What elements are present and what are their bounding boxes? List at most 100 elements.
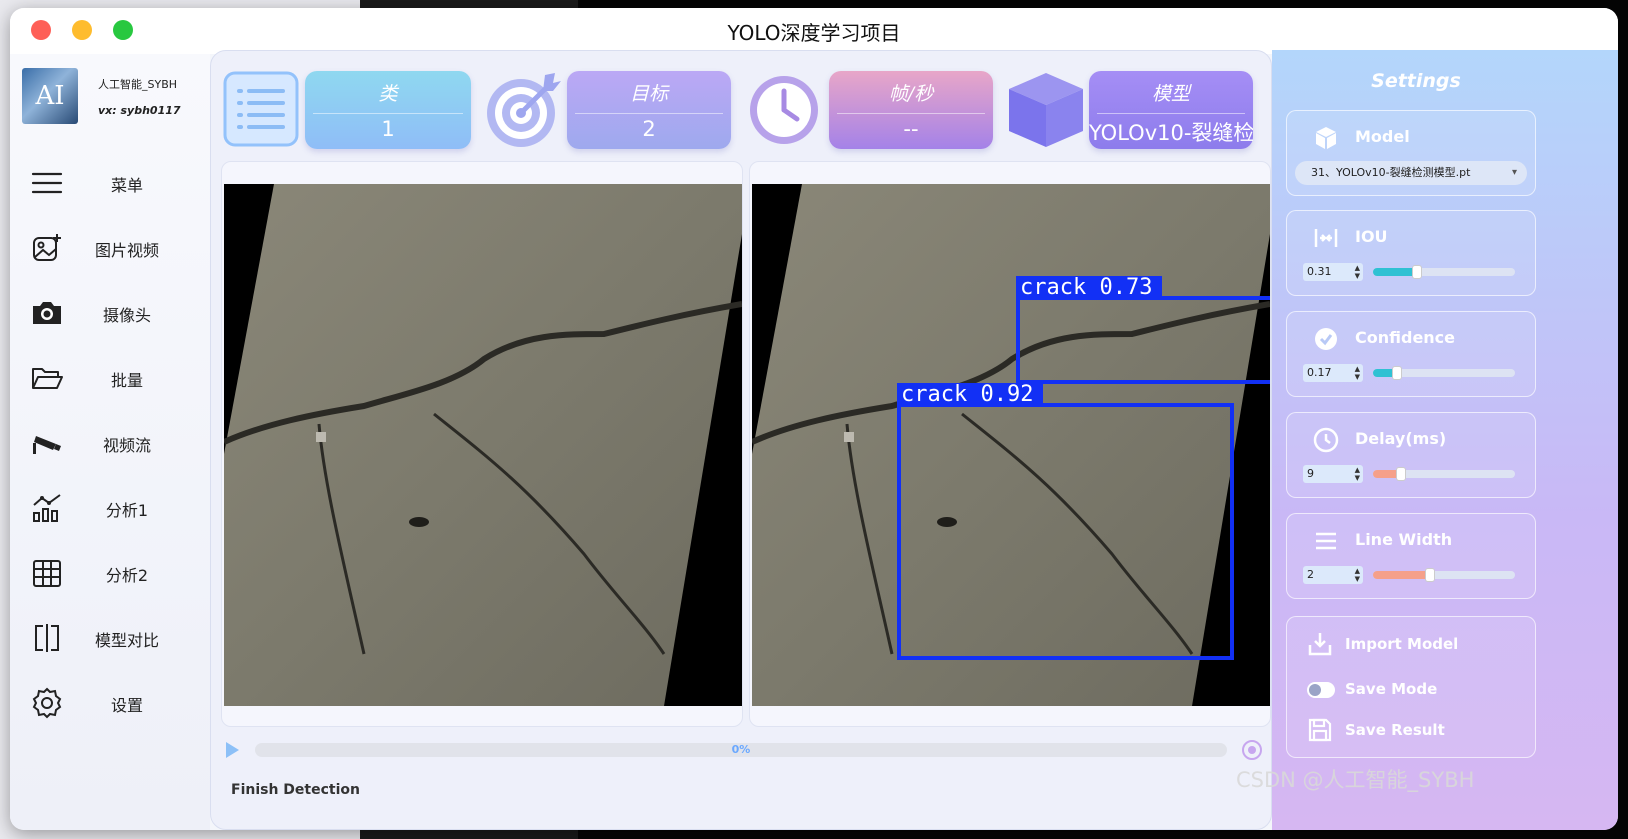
stat-divider [313, 113, 463, 114]
crack-image-original [224, 184, 742, 706]
save-result-button[interactable]: Save Result [1307, 715, 1527, 745]
spin-arrows-icon[interactable]: ▲ ▼ [1355, 365, 1360, 381]
iou-setting-card: IOU 0.31 ▲ ▼ [1286, 210, 1536, 296]
original-image [224, 184, 742, 706]
sidebar-item-batch[interactable]: 批量 [10, 353, 210, 403]
clock-icon [750, 76, 818, 144]
setting-label: IOU [1355, 227, 1388, 246]
stat-label: 类 [378, 83, 398, 105]
detection-label: crack 0.92 [901, 382, 1033, 407]
app-window: YOLO深度学习项目 AI 人工智能_SYBH vx: sybh0117 菜单 … [10, 8, 1618, 830]
compare-icon [35, 624, 59, 652]
save-mode-label: Save Mode [1345, 680, 1438, 698]
sidebar-item-model-compare[interactable]: 模型对比 [10, 613, 210, 663]
image-icon [33, 234, 61, 261]
save-result-label: Save Result [1345, 721, 1445, 739]
iou-spinbox[interactable]: 0.31 ▲ ▼ [1303, 263, 1363, 281]
progress-row: 0% [223, 739, 1263, 761]
stop-icon[interactable] [1241, 739, 1263, 761]
profile-block: AI 人工智能_SYBH vx: sybh0117 [20, 66, 205, 126]
line-width-spinbox[interactable]: 2 ▲ ▼ [1303, 566, 1363, 584]
avatar: AI [22, 68, 78, 124]
progress-text: 0% [731, 743, 751, 756]
settings-title: Settings [1371, 70, 1461, 92]
iou-slider[interactable] [1373, 265, 1515, 279]
setting-label: Confidence [1355, 328, 1456, 347]
stat-value: 1 [381, 117, 395, 141]
sidebar-item-image-video[interactable]: 图片视频 [10, 223, 210, 273]
play-icon[interactable] [223, 741, 241, 759]
stat-card-fps: 帧/秒 -- [829, 71, 993, 149]
cube-icon [1009, 73, 1083, 147]
folder-open-icon [32, 368, 63, 389]
delay-value: 9 [1307, 467, 1314, 480]
setting-label: Model [1355, 127, 1410, 146]
stat-divider [1097, 113, 1245, 114]
chart-icon [33, 494, 61, 522]
status-text: Finish Detection [231, 782, 360, 798]
check-circle-icon [1315, 328, 1337, 350]
target-icon [487, 73, 561, 147]
cube-icon [1316, 127, 1336, 149]
spin-arrows-icon[interactable]: ▲ ▼ [1355, 567, 1360, 583]
slider-fill [1373, 571, 1430, 579]
import-model-button[interactable]: Import Model [1307, 629, 1527, 659]
merge-icon [1314, 229, 1338, 247]
sidebar-item-menu[interactable]: 菜单 [10, 158, 210, 208]
detection-label: crack 0.73 [1020, 275, 1152, 300]
import-icon [1308, 633, 1332, 656]
model-setting-card: Model 31、YOLOv10-裂缝检测模型.pt ▾ [1286, 110, 1536, 196]
progress-bar: 0% [255, 743, 1227, 757]
watermark: CSDN @人工智能_SYBH [1236, 768, 1475, 792]
save-mode-toggle[interactable]: Save Mode [1307, 674, 1527, 704]
toggle-switch[interactable] [1307, 682, 1335, 698]
crack-image-result: crack 0.73 crack 0.92 [752, 184, 1270, 706]
chevron-down-icon: ▾ [1511, 167, 1517, 178]
confidence-slider[interactable] [1373, 366, 1515, 380]
model-select[interactable]: 31、YOLOv10-裂缝检测模型.pt ▾ [1295, 161, 1527, 185]
stat-card-model: 模型 YOLOv10-裂缝检测 [1089, 71, 1253, 149]
sidebar-item-video-stream[interactable]: 视频流 [10, 418, 210, 468]
slider-handle[interactable] [1396, 467, 1407, 481]
result-image-pane: crack 0.73 crack 0.92 [749, 161, 1271, 727]
profile-name: 人工智能_SYBH [98, 78, 178, 91]
lines-icon [1316, 532, 1336, 550]
sidebar-item-camera[interactable]: 摄像头 [10, 288, 210, 338]
settings-panel: Settings Model 31、YOLOv10-裂缝检测模型.pt ▾ IO… [1272, 50, 1618, 830]
stat-label: 模型 [1151, 83, 1190, 105]
result-image: crack 0.73 crack 0.92 [752, 184, 1270, 706]
delay-slider[interactable] [1373, 467, 1515, 481]
sidebar-item-analysis-1[interactable]: 分析1 [10, 483, 210, 533]
line-width-slider[interactable] [1373, 568, 1515, 582]
save-icon [1308, 718, 1332, 742]
spin-arrows-icon[interactable]: ▲ ▼ [1355, 466, 1360, 482]
profile-wechat: vx: sybh0117 [98, 104, 181, 117]
sidebar: AI 人工智能_SYBH vx: sybh0117 菜单 图片视频 摄像头 批量… [10, 54, 210, 830]
sidebar-item-label: 模型对比 [94, 631, 159, 650]
sidebar-item-label: 摄像头 [102, 306, 151, 325]
sidebar-item-label: 分析1 [105, 501, 149, 520]
sidebar-item-label: 批量 [110, 371, 143, 390]
stat-label: 帧/秒 [888, 83, 934, 105]
cctv-icon [33, 436, 61, 454]
sidebar-item-analysis-2[interactable]: 分析2 [10, 548, 210, 598]
camera-icon [33, 302, 61, 324]
confidence-spinbox[interactable]: 0.17 ▲ ▼ [1303, 364, 1363, 382]
sidebar-item-label: 分析2 [105, 566, 149, 585]
stat-divider [575, 113, 723, 114]
confidence-setting-card: Confidence 0.17 ▲ ▼ [1286, 311, 1536, 397]
sidebar-item-settings[interactable]: 设置 [10, 678, 210, 728]
confidence-value: 0.17 [1307, 366, 1332, 379]
stat-divider [837, 113, 985, 114]
window-title: YOLO深度学习项目 [727, 21, 901, 45]
slider-handle[interactable] [1392, 366, 1403, 380]
slider-handle[interactable] [1424, 568, 1435, 582]
slider-handle[interactable] [1412, 265, 1423, 279]
delay-spinbox[interactable]: 9 ▲ ▼ [1303, 465, 1363, 483]
menu-icon [31, 172, 63, 194]
iou-value: 0.31 [1307, 265, 1332, 278]
spin-arrows-icon[interactable]: ▲ ▼ [1355, 264, 1360, 280]
clock-icon [1313, 427, 1339, 453]
delay-setting-card: Delay(ms) 9 ▲ ▼ [1286, 412, 1536, 498]
sidebar-item-label: 视频流 [102, 436, 151, 455]
